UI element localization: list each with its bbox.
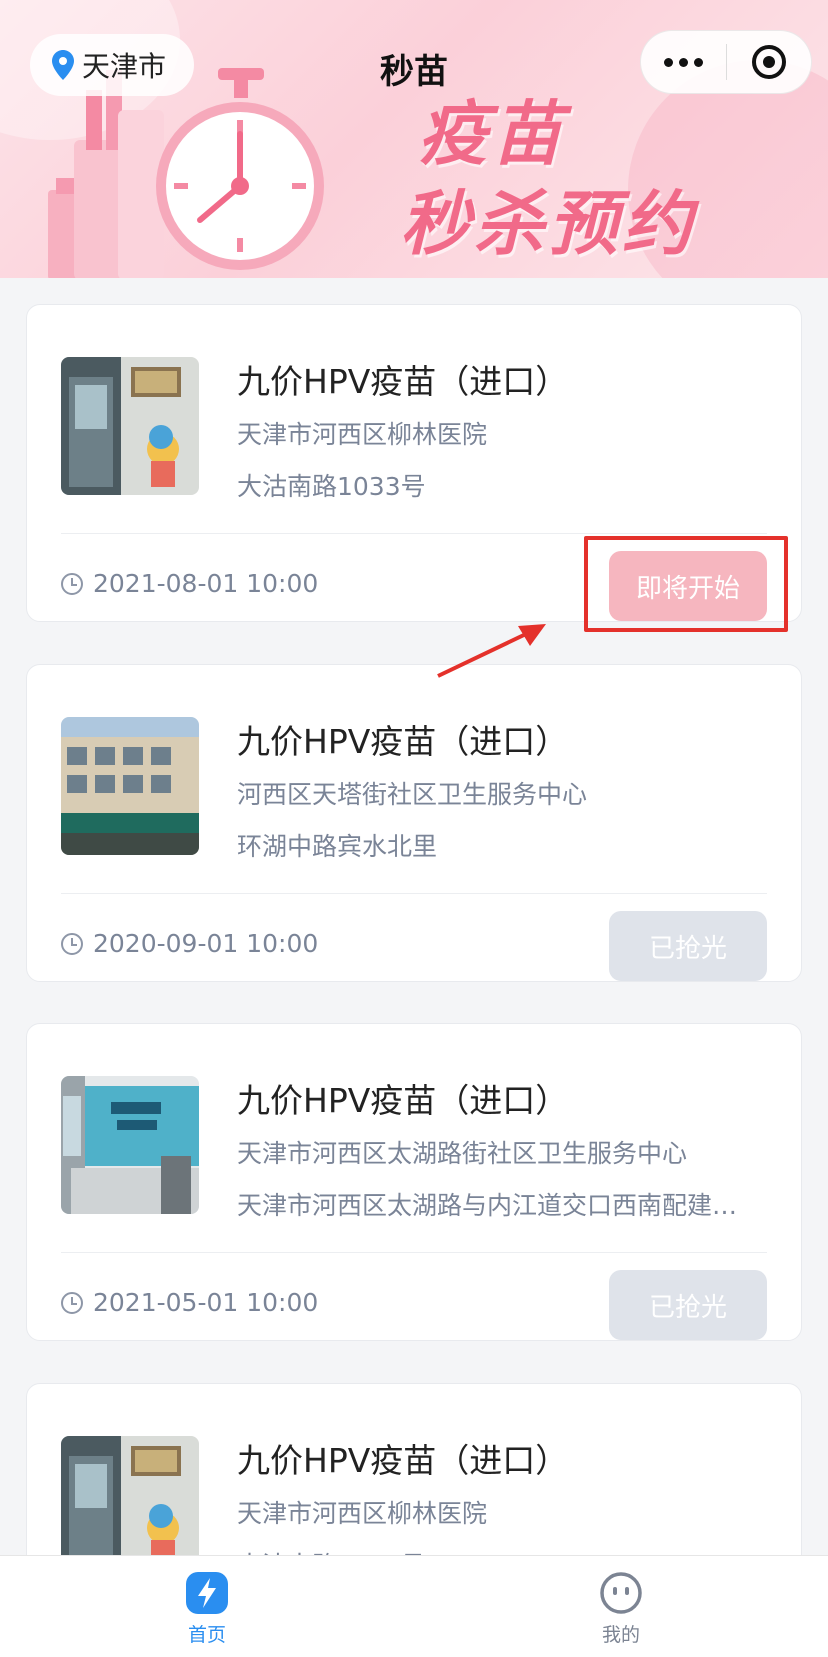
card-divider [61, 533, 767, 534]
hospital-name: 河西区天塔街社区卫生服务中心 [237, 780, 588, 809]
tab-home[interactable]: 首页 [0, 1556, 414, 1657]
vaccine-title: 九价HPV疫苗（进口） [237, 722, 569, 761]
vaccine-title: 九价HPV疫苗（进口） [237, 1081, 569, 1120]
annotation-arrow-icon [437, 624, 546, 678]
start-time-text: 2021-08-01 10:00 [93, 569, 319, 598]
sold-out-button[interactable]: 已抢光 [609, 911, 767, 981]
miniprogram-capsule [640, 30, 812, 94]
sold-out-button[interactable]: 已抢光 [609, 1270, 767, 1340]
tab-home-label: 首页 [187, 1624, 226, 1646]
hospital-photo [61, 1436, 199, 1574]
highlight-box [584, 536, 788, 632]
start-time: 2021-05-01 10:00 [61, 1288, 318, 1317]
clock-icon [61, 572, 83, 595]
hospital-name: 天津市河西区柳林医院 [237, 1499, 488, 1528]
banner-title-line1: 疫苗 [418, 93, 566, 175]
start-time-text: 2020-09-01 10:00 [93, 929, 319, 958]
close-miniprogram-button[interactable] [727, 31, 812, 93]
card-divider [61, 893, 767, 894]
hospital-photo [61, 717, 199, 855]
hospital-name: 天津市河西区柳林医院 [237, 420, 488, 449]
more-dots-icon [663, 57, 703, 67]
vaccine-card[interactable]: 九价HPV疫苗（进口） 天津市河西区太湖路街社区卫生服务中心 天津市河西区太湖路… [26, 1023, 802, 1341]
hospital-photo [61, 1076, 199, 1214]
hospital-name: 天津市河西区太湖路街社区卫生服务中心 [237, 1139, 688, 1168]
clock-illustration [156, 68, 324, 270]
card-divider [61, 1252, 767, 1253]
clock-icon [61, 932, 83, 955]
tab-bar: 首页 我的 [0, 1555, 828, 1657]
vaccine-title: 九价HPV疫苗（进口） [237, 362, 569, 401]
vaccine-card[interactable]: 九价HPV疫苗（进口） 河西区天塔街社区卫生服务中心 环湖中路宾水北里 2020… [26, 664, 802, 982]
more-button[interactable] [641, 31, 726, 93]
target-icon [751, 45, 786, 79]
vaccine-title: 九价HPV疫苗（进口） [237, 1441, 569, 1480]
clock-icon [61, 1291, 83, 1314]
hospital-address: 天津市河西区太湖路与内江道交口西南配建… [237, 1191, 738, 1220]
banner-title-line2: 秒杀预约 [400, 183, 696, 265]
start-time-text: 2021-05-01 10:00 [93, 1288, 319, 1317]
hospital-photo [61, 357, 199, 495]
lightning-icon [186, 1572, 228, 1614]
tab-mine[interactable]: 我的 [414, 1556, 828, 1657]
tab-mine-label: 我的 [601, 1624, 640, 1646]
start-time: 2020-09-01 10:00 [61, 929, 318, 958]
start-time: 2021-08-01 10:00 [61, 569, 318, 598]
hospital-address: 大沽南路1033号 [237, 472, 426, 501]
face-icon [600, 1572, 642, 1614]
hospital-address: 环湖中路宾水北里 [237, 832, 438, 861]
